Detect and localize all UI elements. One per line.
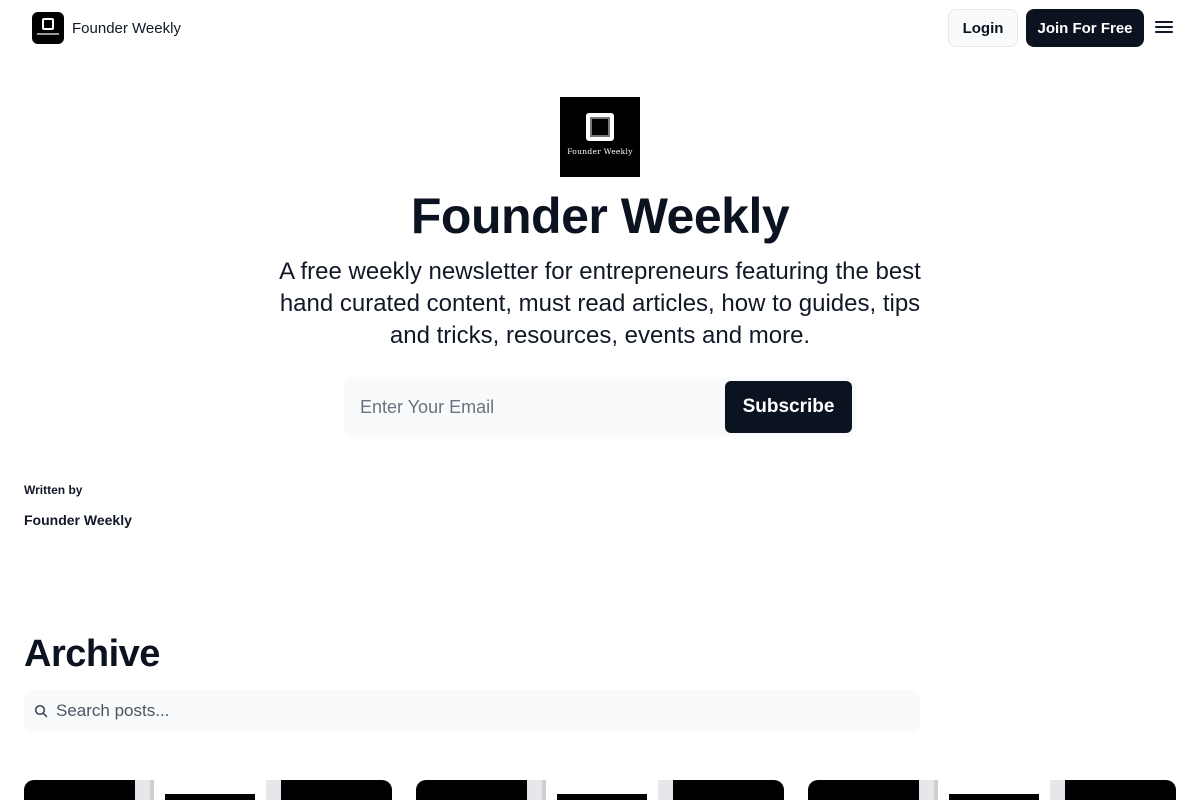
post-card[interactable] [416,780,784,800]
subscribe-button[interactable]: Subscribe [725,381,852,433]
join-for-free-button[interactable]: Join For Free [1026,9,1144,47]
login-button[interactable]: Login [948,9,1018,47]
brand-home-link[interactable]: Founder Weekly [32,12,181,44]
logo-caption: Founder Weekly [567,147,633,156]
hamburger-menu-icon[interactable] [1154,18,1174,36]
publication-title: Founder Weekly [410,188,790,244]
email-input[interactable] [344,377,724,437]
brand-name: Founder Weekly [72,19,181,37]
publication-description: A free weekly newsletter for entrepreneu… [279,258,921,349]
author-name-link[interactable]: Founder Weekly [24,512,132,528]
search-posts-input[interactable] [56,690,916,732]
brand-logo [32,12,64,44]
post-search-box [24,690,920,732]
search-icon [34,704,48,718]
archive-heading: Archive [24,633,160,675]
written-by-label: Written by [24,483,83,497]
post-card[interactable] [24,780,392,800]
post-card[interactable] [808,780,1176,800]
publication-logo: Founder Weekly [560,97,640,177]
subscribe-form: Subscribe [344,377,856,437]
top-navigation-bar: Founder Weekly Login Join For Free [0,0,1200,56]
